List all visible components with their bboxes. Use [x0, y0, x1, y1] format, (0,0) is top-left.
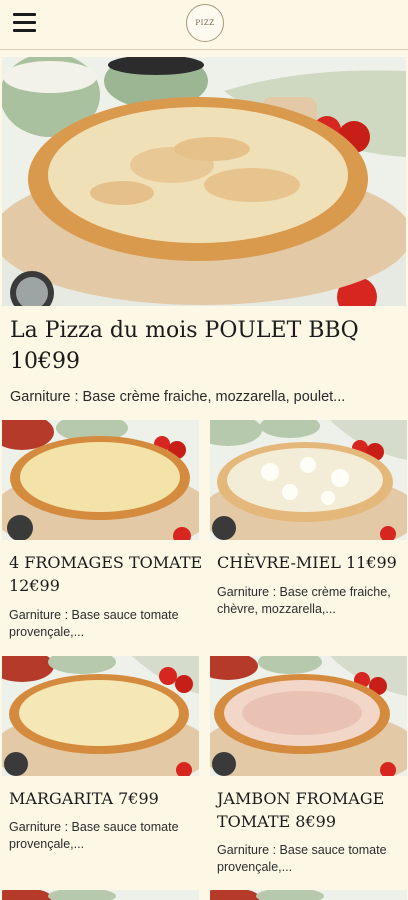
product-image-chevre-miel[interactable]	[210, 420, 407, 540]
top-app-bar: PIZZ	[0, 0, 408, 50]
product-description: Garniture : Base sauce tomate provençale…	[217, 843, 387, 874]
product-title[interactable]: JAMBON FROMAGE TOMATE 8€99	[217, 787, 408, 833]
hamburger-menu-icon[interactable]	[13, 13, 36, 32]
product-title[interactable]: 4 FROMAGES TOMATE 12€99	[9, 551, 205, 597]
product-title[interactable]: MARGARITA 7€99	[9, 787, 205, 810]
logo-text: PIZZ	[195, 19, 215, 27]
product-description: Garniture : Base sauce tomate provençale…	[9, 608, 179, 639]
product-image-next[interactable]	[2, 890, 199, 900]
product-description: Garniture : Base crème fraiche, chèvre, …	[217, 585, 391, 616]
product-description: Garniture : Base sauce tomate provençale…	[9, 820, 179, 851]
product-image-jambon-fromage[interactable]	[210, 656, 407, 776]
featured-pizza-title[interactable]: La Pizza du mois POULET BBQ 10€99	[10, 315, 390, 377]
brand-logo[interactable]: PIZZ	[186, 4, 224, 42]
product-title[interactable]: CHÈVRE-MIEL 11€99	[217, 551, 408, 574]
product-image-margarita[interactable]	[2, 656, 199, 776]
featured-pizza-description: Garniture : Base crème fraiche, mozzarel…	[10, 389, 346, 405]
product-image-4-fromages[interactable]	[2, 420, 199, 540]
product-image-next[interactable]	[210, 890, 407, 900]
featured-pizza-image[interactable]	[2, 57, 406, 306]
